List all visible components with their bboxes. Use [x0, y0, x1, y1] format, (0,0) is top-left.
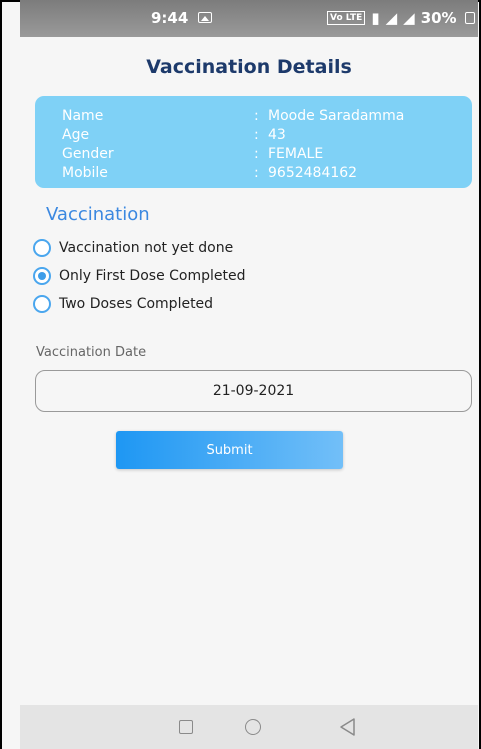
radio-button[interactable] [33, 239, 51, 257]
back-triangle-icon[interactable] [338, 717, 356, 737]
home-circle-icon[interactable] [245, 719, 261, 735]
detail-sep: : [254, 108, 259, 124]
status-time: 9:44 [151, 9, 189, 27]
detail-sep: : [254, 146, 259, 162]
radio-button[interactable] [33, 295, 51, 313]
vibrate-icon: ▮ [371, 9, 380, 27]
status-bar: 9:44 Vo LTE ▮ ◢ ◢ 30% [20, 0, 478, 37]
radio-button-selected[interactable] [33, 267, 51, 285]
signal-icon-2: ◢ [403, 9, 415, 27]
detail-row-name: Name : Moode Saradamma [62, 108, 462, 128]
page-title: Vaccination Details [146, 56, 352, 78]
detail-key: Name [62, 108, 104, 124]
radio-option-not-done[interactable]: Vaccination not yet done [33, 236, 233, 260]
radio-label: Two Doses Completed [59, 296, 214, 312]
detail-value: FEMALE [268, 146, 324, 162]
radio-option-two-doses[interactable]: Two Doses Completed [33, 292, 213, 316]
battery-percent: 30% [420, 9, 457, 27]
detail-value: Moode Saradamma [268, 108, 405, 124]
status-right: Vo LTE ▮ ◢ ◢ 30% [327, 9, 475, 27]
vaccination-date-field[interactable]: 21-09-2021 [35, 370, 472, 412]
signal-icon: ◢ [385, 9, 398, 27]
volte-icon: Vo LTE [327, 11, 366, 25]
detail-key: Gender [62, 146, 114, 162]
detail-key: Mobile [62, 165, 108, 181]
detail-sep: : [254, 165, 259, 181]
image-notification-icon [198, 12, 212, 23]
detail-row-mobile: Mobile : 9652484162 [62, 165, 462, 185]
detail-value: 9652484162 [268, 165, 358, 181]
patient-details-card: Name : Moode Saradamma Age : 43 Gender :… [35, 96, 472, 188]
radio-option-first-dose[interactable]: Only First Dose Completed [33, 264, 246, 288]
detail-key: Age [62, 127, 90, 143]
submit-button[interactable]: Submit [116, 431, 343, 469]
vaccination-date-label: Vaccination Date [36, 345, 147, 360]
system-nav-bar [20, 705, 478, 749]
radio-label: Vaccination not yet done [59, 240, 234, 256]
radio-label: Only First Dose Completed [59, 268, 246, 284]
battery-icon [464, 12, 475, 24]
recents-square-icon[interactable] [179, 720, 193, 734]
detail-row-gender: Gender : FEMALE [62, 146, 462, 166]
vaccination-section-title: Vaccination [46, 204, 150, 225]
detail-row-age: Age : 43 [62, 127, 462, 147]
detail-value: 43 [268, 127, 286, 143]
detail-sep: : [254, 127, 259, 143]
